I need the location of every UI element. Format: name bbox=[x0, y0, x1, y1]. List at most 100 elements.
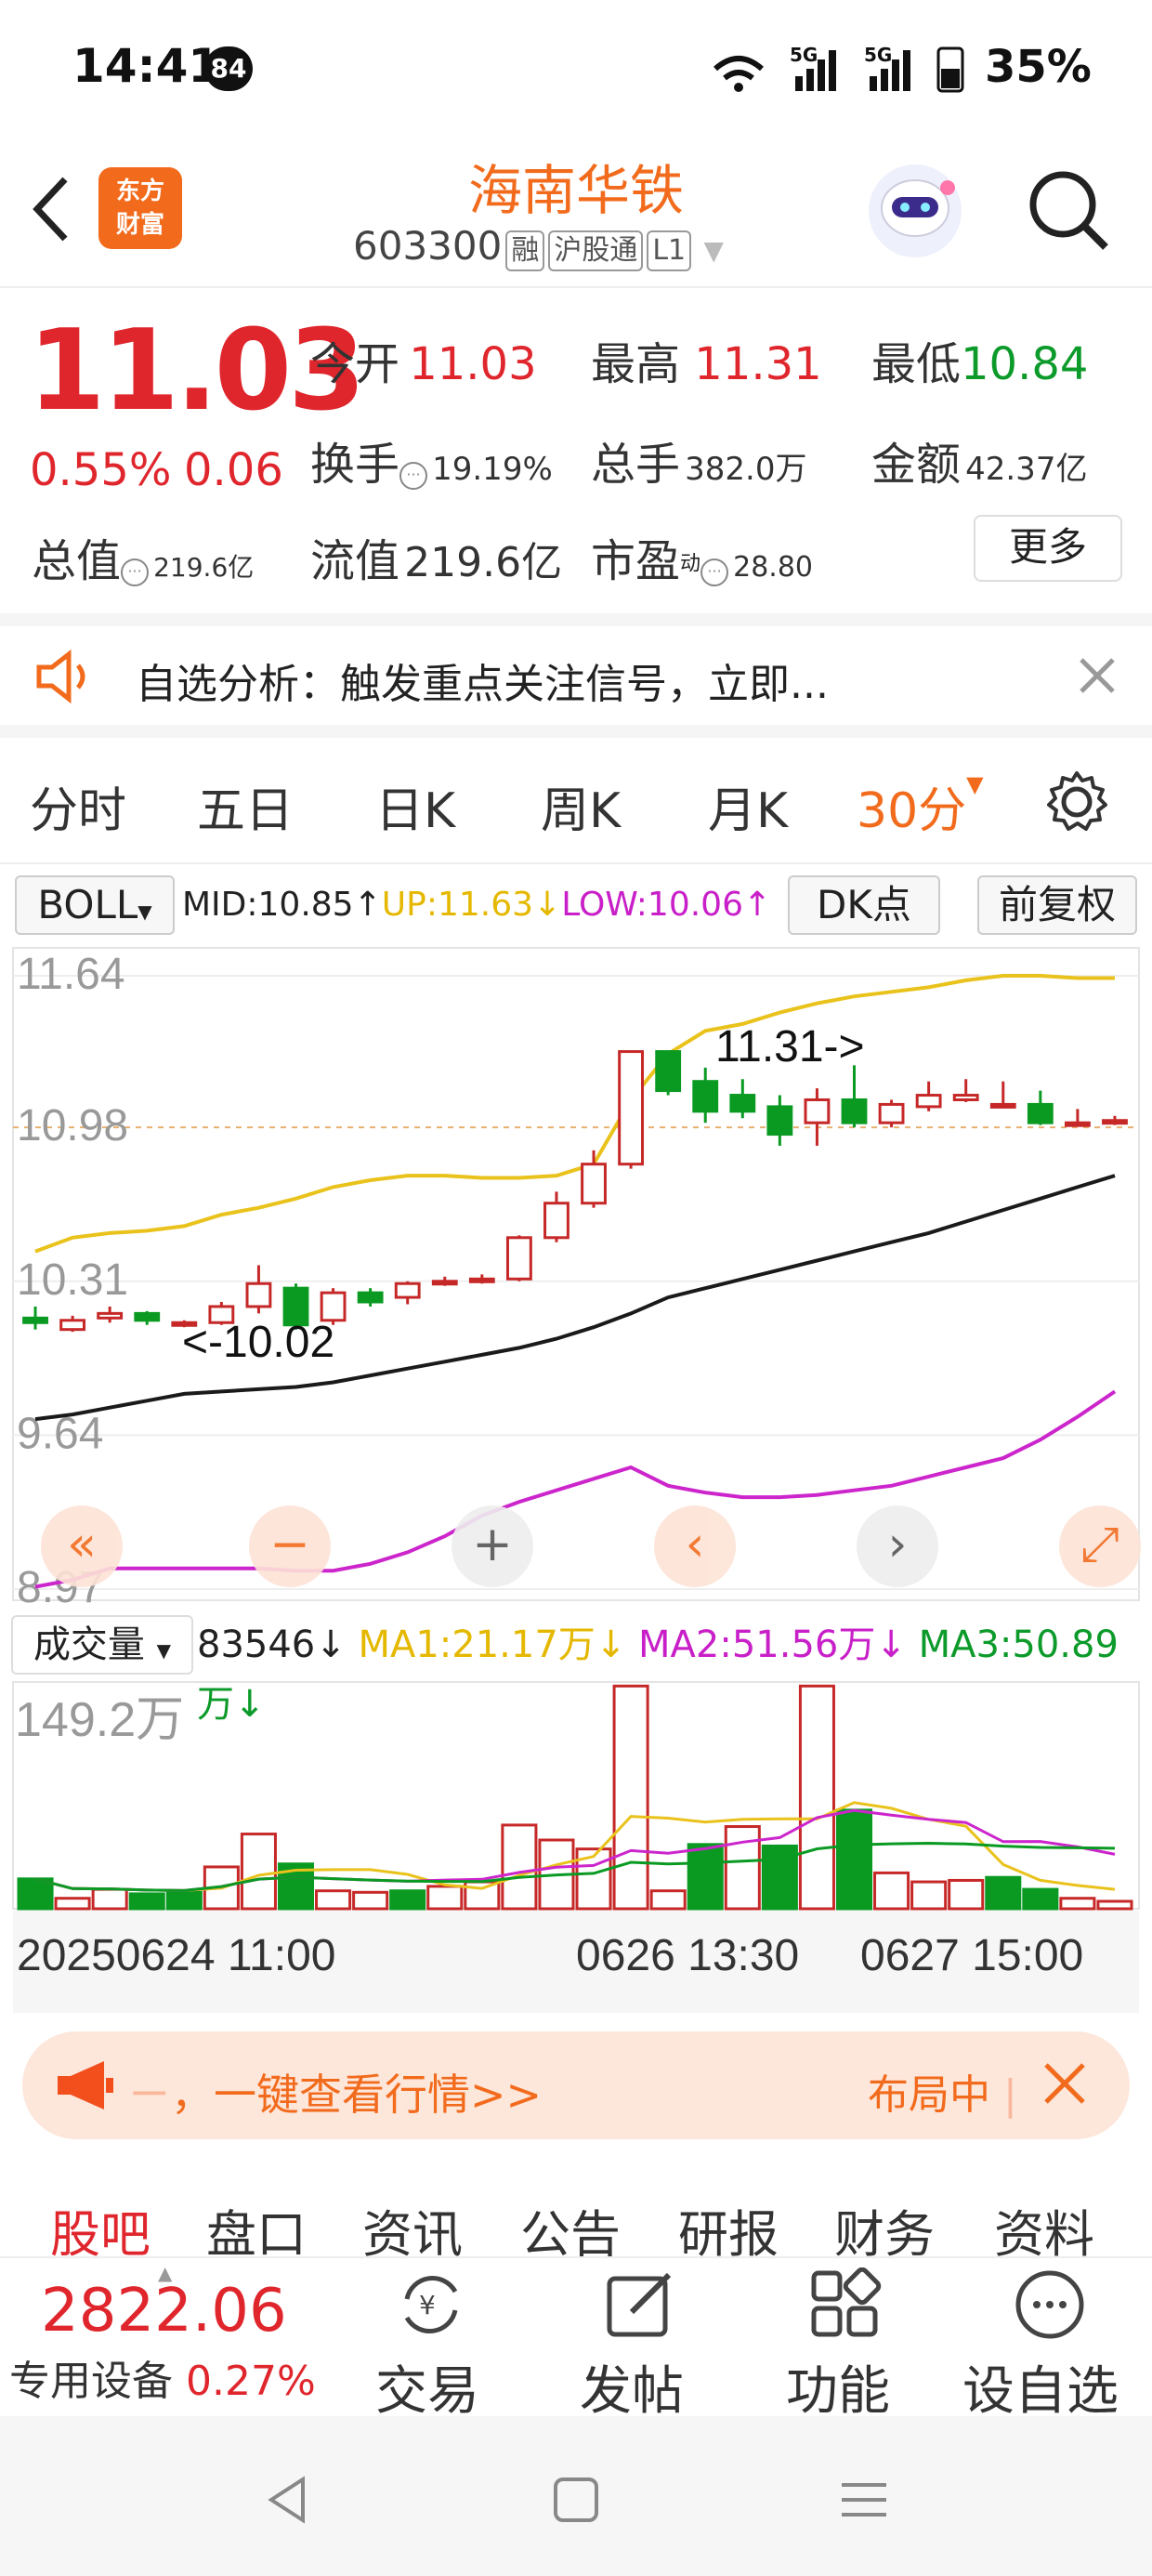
volume-bar bbox=[835, 1808, 873, 1911]
chevron-down-icon: ▼ bbox=[966, 771, 984, 797]
float-field: 流值 219.6亿 bbox=[310, 535, 563, 587]
status-time: 14:41 bbox=[72, 39, 221, 93]
candle bbox=[468, 1277, 495, 1283]
volume-bar bbox=[501, 1823, 538, 1911]
volume-bar bbox=[948, 1878, 985, 1911]
tab-30min[interactable]: 30分▼ bbox=[857, 771, 984, 841]
pe-field: 市盈动 ··· 28.80 bbox=[591, 535, 814, 587]
change-percent: 0.55% bbox=[30, 444, 172, 496]
nav-menu-icon[interactable] bbox=[836, 2472, 892, 2528]
candle bbox=[841, 1097, 868, 1124]
low-annotation: <-10.02 bbox=[182, 1318, 334, 1367]
candle bbox=[505, 1236, 532, 1281]
candle bbox=[989, 1102, 1016, 1109]
tab-intraday[interactable]: 分时 bbox=[30, 771, 126, 841]
change-amount: 0.06 bbox=[184, 444, 283, 496]
candle bbox=[952, 1094, 979, 1101]
candle bbox=[97, 1311, 124, 1320]
candle bbox=[357, 1291, 384, 1304]
search-icon[interactable] bbox=[1026, 167, 1111, 253]
high-annotation: 11.31-> bbox=[715, 1022, 865, 1071]
turnover-field: 换手 ··· 19.19% bbox=[310, 439, 553, 491]
info-icon: ··· bbox=[121, 558, 150, 586]
boll-mid-line bbox=[34, 1174, 1116, 1422]
trade-label[interactable]: 交易 bbox=[375, 2349, 479, 2425]
index-value[interactable]: 2822.06 bbox=[41, 2277, 287, 2346]
low-field: 最低10.84 bbox=[871, 338, 1089, 390]
stock-code-row[interactable]: 603300 融沪股通 L1 ▼ bbox=[353, 223, 724, 271]
candle bbox=[1027, 1102, 1054, 1124]
volume-ma2-line bbox=[34, 1808, 1116, 1892]
zoom-in-icon[interactable]: + bbox=[452, 1505, 533, 1587]
chevron-down-icon: ▼ bbox=[703, 235, 725, 266]
candle bbox=[1064, 1121, 1091, 1127]
svg-text:5G: 5G bbox=[790, 44, 818, 66]
boll-up-line bbox=[34, 974, 1115, 1254]
signal-icons: 5G 5G bbox=[713, 44, 964, 93]
add-watchlist-icon[interactable] bbox=[1013, 2267, 1087, 2342]
tab-five-day[interactable]: 五日 bbox=[197, 771, 294, 841]
gear-icon[interactable] bbox=[1044, 769, 1109, 835]
dk-point-button[interactable]: DK点 bbox=[788, 875, 940, 935]
close-icon[interactable] bbox=[1039, 2057, 1091, 2109]
volume-bar bbox=[1059, 1897, 1096, 1911]
volume-bar bbox=[54, 1897, 91, 1911]
candle bbox=[804, 1097, 831, 1124]
svg-text:¥: ¥ bbox=[419, 2290, 436, 2320]
tab-weekly-k[interactable]: 周K bbox=[541, 771, 621, 841]
svg-text:5G: 5G bbox=[864, 44, 892, 66]
volume-bar bbox=[1022, 1887, 1059, 1911]
volume-selector[interactable]: 成交量 ▼ bbox=[11, 1615, 193, 1675]
stock-name: 海南华铁 bbox=[467, 159, 684, 222]
volume-max-label: 149.2万 bbox=[15, 1693, 184, 1747]
volume-ma1-line bbox=[34, 1801, 1116, 1892]
fast-back-icon[interactable]: « bbox=[41, 1505, 123, 1587]
candle bbox=[245, 1281, 272, 1308]
divider bbox=[0, 862, 1152, 864]
function-label[interactable]: 功能 bbox=[786, 2349, 890, 2425]
status-bar: 14:41 84 5G 5G 35% bbox=[0, 0, 1152, 139]
adjust-button[interactable]: 前复权 bbox=[977, 875, 1137, 935]
tag-connect: 沪股通 bbox=[548, 230, 644, 271]
mktcap-field: 总值 ··· 219.6亿 bbox=[32, 535, 255, 587]
fullscreen-icon[interactable]: ⤢ bbox=[1059, 1505, 1141, 1587]
tab-monthly-k[interactable]: 月K bbox=[708, 771, 788, 841]
volume-bar bbox=[165, 1890, 203, 1911]
post-label[interactable]: 发帖 bbox=[580, 2349, 684, 2425]
boll-low-line bbox=[34, 1389, 1117, 1589]
candle bbox=[431, 1280, 458, 1286]
candle bbox=[655, 1050, 682, 1093]
tab-daily-k[interactable]: 日K bbox=[375, 771, 455, 841]
x-tick-label: 20250624 11:00 bbox=[17, 1931, 335, 1980]
volume-bar bbox=[649, 1889, 687, 1911]
nav-home-icon[interactable] bbox=[550, 2474, 602, 2526]
volume-bar bbox=[985, 1875, 1022, 1911]
banner-right-text: 布局中 | bbox=[868, 2071, 1017, 2119]
high-value: 11.31 bbox=[694, 338, 822, 390]
candle bbox=[729, 1094, 756, 1113]
add-watchlist-label[interactable]: 设自选 bbox=[962, 2349, 1119, 2425]
candle bbox=[915, 1094, 942, 1109]
y-tick-label: 11.64 bbox=[17, 950, 125, 999]
volume-chart[interactable]: 149.2万 20250624 11:00 0626 13:30 0627 15:00 bbox=[0, 1680, 1152, 2033]
volume-bar bbox=[389, 1889, 426, 1911]
function-icon[interactable] bbox=[808, 2267, 883, 2342]
boll-selector[interactable]: BOLL▼ bbox=[15, 875, 175, 935]
prev-icon[interactable]: ‹ bbox=[654, 1505, 736, 1587]
y-tick-label: 10.98 bbox=[17, 1101, 128, 1150]
close-icon[interactable] bbox=[1074, 652, 1120, 699]
zoom-out-icon[interactable]: − bbox=[249, 1505, 331, 1587]
index-info[interactable]: 专用设备 0.27% bbox=[9, 2347, 316, 2407]
robot-assistant-icon[interactable] bbox=[864, 160, 966, 262]
megaphone-icon bbox=[58, 2061, 113, 2109]
volume-bar bbox=[873, 1871, 910, 1911]
notice-text[interactable]: 自选分析：触发重点关注信号，立即... bbox=[136, 651, 829, 710]
more-button[interactable]: 更多 bbox=[974, 515, 1122, 582]
trade-icon[interactable]: ¥ bbox=[394, 2267, 468, 2342]
notification-badge: 84 bbox=[204, 46, 253, 91]
next-icon[interactable]: › bbox=[857, 1505, 938, 1587]
volume-bar bbox=[612, 1684, 649, 1911]
post-icon[interactable] bbox=[604, 2267, 678, 2342]
nav-back-icon[interactable] bbox=[260, 2472, 316, 2528]
volume-bar bbox=[352, 1890, 389, 1911]
